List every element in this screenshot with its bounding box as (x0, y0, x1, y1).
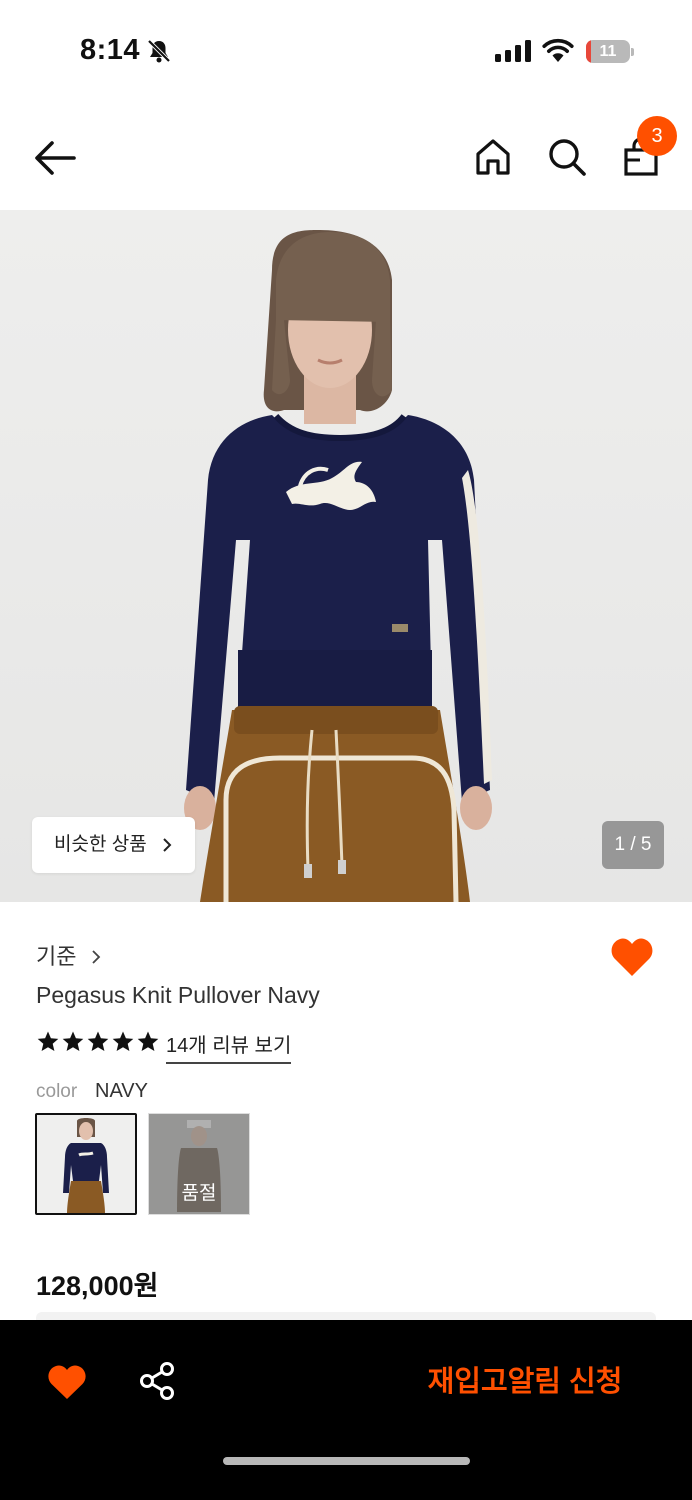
product-photo (0, 210, 692, 902)
battery-indicator: 11 (586, 40, 634, 63)
share-icon[interactable] (138, 1361, 176, 1401)
search-icon[interactable] (546, 136, 588, 178)
swatch-thumbnail (37, 1115, 135, 1213)
battery-tip (631, 48, 634, 56)
product-image-gallery[interactable]: 비슷한 상품 1 / 5 (0, 210, 692, 902)
sold-out-label: 품절 (181, 1183, 217, 1204)
star-icon (62, 1031, 84, 1051)
restock-alert-button[interactable]: 재입고알림 신청 (410, 1360, 640, 1404)
home-indicator (223, 1457, 470, 1465)
review-link[interactable]: 14개 리뷰 보기 (166, 1029, 292, 1064)
color-swatch-navy[interactable] (35, 1113, 137, 1215)
brand-link[interactable]: 기준 (36, 939, 101, 971)
back-arrow-icon[interactable] (30, 135, 80, 181)
chevron-right-icon (91, 950, 100, 964)
image-page-indicator: 1 / 5 (602, 821, 664, 869)
color-swatch-sold-out[interactable]: 품절 (148, 1113, 250, 1215)
status-time: 8:14 (80, 34, 141, 66)
battery-body: 11 (586, 40, 630, 63)
battery-level: 11 (599, 43, 617, 60)
cart-count-badge: 3 (637, 116, 677, 156)
star-icon (112, 1031, 134, 1051)
similar-products-button[interactable]: 비슷한 상품 (32, 817, 195, 873)
heart-icon[interactable] (610, 936, 654, 978)
product-price: 128,000원 (36, 1271, 159, 1301)
bell-slash-icon (147, 39, 171, 63)
brand-name: 기준 (36, 944, 77, 969)
status-bar: 8:14 11 (0, 0, 692, 100)
similar-products-label: 비슷한 상품 (54, 834, 147, 855)
color-label: color (36, 1081, 78, 1102)
star-icon (87, 1031, 109, 1051)
wifi-icon (542, 38, 574, 62)
heart-icon[interactable] (47, 1363, 87, 1401)
chevron-right-icon (163, 838, 172, 852)
cellular-signal-icon (495, 40, 531, 62)
bottom-action-bar: 재입고알림 신청 (0, 1320, 692, 1500)
rating-stars (36, 1030, 160, 1056)
home-icon[interactable] (472, 136, 514, 178)
star-icon (37, 1031, 59, 1051)
star-icon (137, 1031, 159, 1051)
product-name: Pegasus Knit Pullover Navy (36, 982, 320, 1008)
color-value: NAVY (95, 1080, 148, 1102)
top-nav-bar (0, 110, 692, 206)
